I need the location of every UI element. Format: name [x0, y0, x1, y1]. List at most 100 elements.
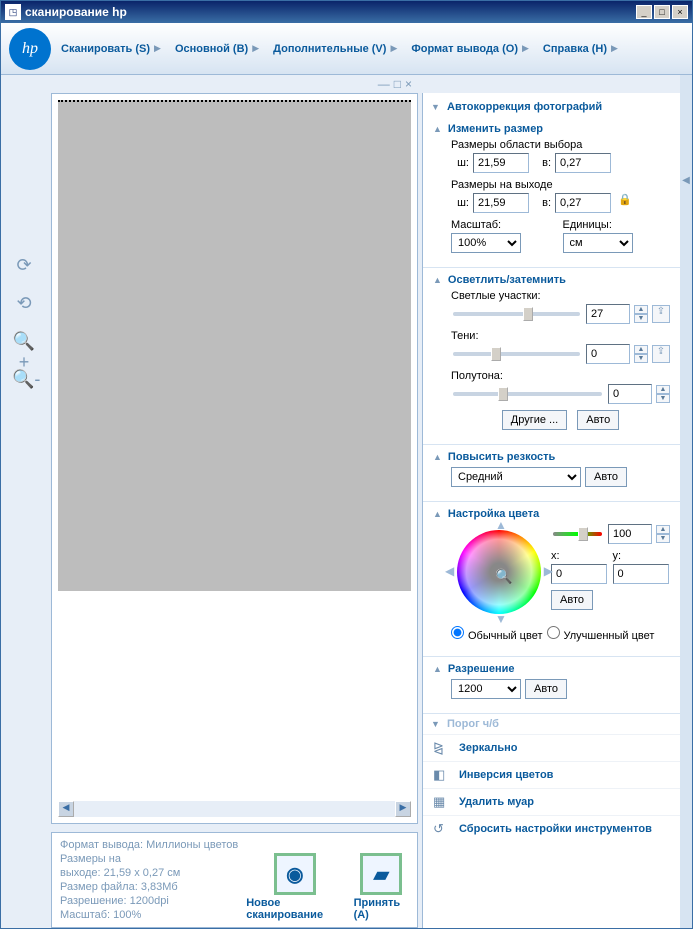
midtones-down[interactable]: ▼ [656, 394, 670, 403]
auto-lighten-button[interactable]: Авто [577, 410, 619, 430]
shadows-up[interactable]: ▲ [634, 345, 648, 354]
new-scan-label: Новое сканирование [246, 897, 343, 921]
minimize-button[interactable]: _ [636, 5, 652, 19]
sat-down[interactable]: ▼ [656, 534, 670, 543]
mirror-action[interactable]: ⧎Зеркально [423, 734, 680, 761]
saturation-input[interactable] [608, 524, 652, 544]
arrow-up-icon[interactable]: ▲ [495, 518, 507, 532]
horizontal-scrollbar[interactable]: ◀ ▶ [58, 801, 411, 817]
content-area: ⟳ ⟲ 🔍+ 🔍- — □ × ◀ ▶ [1, 75, 692, 928]
rotate-ccw-icon[interactable]: ⟲ [12, 293, 36, 317]
section-threshold[interactable]: ▼ Порог ч/б [423, 714, 680, 734]
section-sharpen[interactable]: ▲Повысить резкость [433, 451, 670, 463]
highlights-label: Светлые участки: [451, 290, 670, 302]
other-button[interactable]: Другие ... [502, 410, 567, 430]
color-x-input[interactable] [551, 564, 607, 584]
section-resize[interactable]: ▲Изменить размер [433, 123, 670, 135]
width-label: ш: [451, 157, 469, 169]
midtones-slider[interactable] [453, 392, 602, 396]
zoom-in-icon[interactable]: 🔍+ [12, 331, 36, 355]
section-resolution-label: Разрешение [448, 663, 515, 675]
close-button[interactable]: × [672, 5, 688, 19]
descreen-label: Удалить муар [459, 796, 534, 808]
reset-tools-action[interactable]: ↺ Сбросить настройки инструментов [423, 815, 680, 842]
shadows-input[interactable] [586, 344, 630, 364]
midtones-up[interactable]: ▲ [656, 385, 670, 394]
section-lighten-label: Осветлить/затемнить [448, 274, 566, 286]
panel-minimize-icon[interactable]: — [378, 77, 390, 91]
reset-icon: ↺ [433, 821, 449, 837]
midtones-input[interactable] [608, 384, 652, 404]
units-select[interactable]: см [563, 233, 633, 253]
selection-height-input[interactable] [555, 153, 611, 173]
new-scan-button[interactable]: ◉ Новое сканирование [246, 853, 343, 921]
color-x-label: x: [551, 550, 609, 562]
maximize-button[interactable]: □ [654, 5, 670, 19]
accept-button[interactable]: ▰ Принять (A) [354, 853, 409, 921]
shadows-down[interactable]: ▼ [634, 354, 648, 363]
section-color[interactable]: ▲Настройка цвета [433, 508, 670, 520]
section-threshold-label: Порог ч/б [447, 718, 499, 730]
highlights-reset-icon[interactable]: ⇪ [652, 305, 670, 323]
status-dims-label: Размеры на [60, 853, 238, 865]
auto-color-button[interactable]: Авто [551, 590, 593, 610]
scale-select[interactable]: 100% [451, 233, 521, 253]
selection-width-input[interactable] [473, 153, 529, 173]
scan-preview[interactable] [58, 100, 411, 591]
resize-body: ▲Изменить размер Размеры области выбора … [423, 117, 680, 268]
shadows-reset-icon[interactable]: ⇪ [652, 345, 670, 363]
color-y-label: y: [613, 550, 671, 562]
auto-sharpen-button[interactable]: Авто [585, 467, 627, 487]
resolution-select[interactable]: 1200 [451, 679, 521, 699]
sat-up[interactable]: ▲ [656, 525, 670, 534]
panel-maximize-icon[interactable]: □ [394, 77, 401, 91]
selection-dims-label: Размеры области выбора [451, 139, 670, 151]
scroll-right-button[interactable]: ▶ [395, 801, 411, 817]
highlights-input[interactable] [586, 304, 630, 324]
invert-action[interactable]: ◧Инверсия цветов [423, 761, 680, 788]
saturation-slider[interactable] [553, 532, 602, 536]
side-collapse-bar[interactable]: ◀ [680, 75, 692, 928]
menu-scan[interactable]: Сканировать (S) [61, 43, 150, 55]
menu-basic[interactable]: Основной (B) [175, 43, 248, 55]
section-sharpen-label: Повысить резкость [448, 451, 555, 463]
color-y-input[interactable] [613, 564, 669, 584]
sharpen-body: ▲Повысить резкость Средний Авто [423, 445, 680, 502]
menu-help[interactable]: Справка (H) [543, 43, 607, 55]
sharpen-select[interactable]: Средний [451, 467, 581, 487]
rotate-cw-icon[interactable]: ⟳ [12, 255, 36, 279]
output-width-input[interactable] [473, 193, 529, 213]
hp-logo: hp [9, 28, 51, 70]
auto-resolution-button[interactable]: Авто [525, 679, 567, 699]
highlights-slider[interactable] [453, 312, 580, 316]
arrow-right-icon[interactable]: ▶ [544, 564, 553, 578]
normal-color-radio[interactable]: Обычный цвет [451, 626, 543, 642]
highlights-down[interactable]: ▼ [634, 314, 648, 323]
color-wheel[interactable]: 🔍 [457, 530, 541, 614]
menu-advanced[interactable]: Дополнительные (V) [273, 43, 386, 55]
reset-label: Сбросить настройки инструментов [459, 823, 652, 835]
scroll-left-button[interactable]: ◀ [58, 801, 74, 817]
arrow-down-icon[interactable]: ▼ [495, 612, 507, 626]
highlights-up[interactable]: ▲ [634, 305, 648, 314]
enhanced-color-radio[interactable]: Улучшенный цвет [547, 626, 655, 642]
chevron-up-icon: ▲ [433, 509, 442, 519]
lock-aspect-icon[interactable]: 🔒 [615, 193, 635, 213]
panel-close-icon[interactable]: × [405, 77, 412, 91]
output-height-input[interactable] [555, 193, 611, 213]
shadows-slider[interactable] [453, 352, 580, 356]
arrow-left-icon[interactable]: ◀ [445, 564, 454, 578]
status-box: Формат вывода: Миллионы цветов Размеры н… [51, 832, 418, 928]
invert-label: Инверсия цветов [459, 769, 553, 781]
height-label-2: в: [533, 197, 551, 209]
zoom-out-icon[interactable]: 🔍- [12, 369, 36, 393]
descreen-action[interactable]: ▦Удалить муар [423, 788, 680, 815]
scrollbar-track[interactable] [74, 801, 395, 817]
section-resolution[interactable]: ▲Разрешение [433, 663, 670, 675]
chevron-right-icon: ▶ [611, 43, 618, 54]
section-autocorrect[interactable]: ▼ Автокоррекция фотографий [423, 97, 680, 117]
normal-color-label: Обычный цвет [468, 630, 543, 642]
panel-window-controls: — □ × [51, 75, 418, 93]
section-lighten[interactable]: ▲Осветлить/затемнить [433, 274, 670, 286]
menu-output[interactable]: Формат вывода (O) [411, 43, 518, 55]
